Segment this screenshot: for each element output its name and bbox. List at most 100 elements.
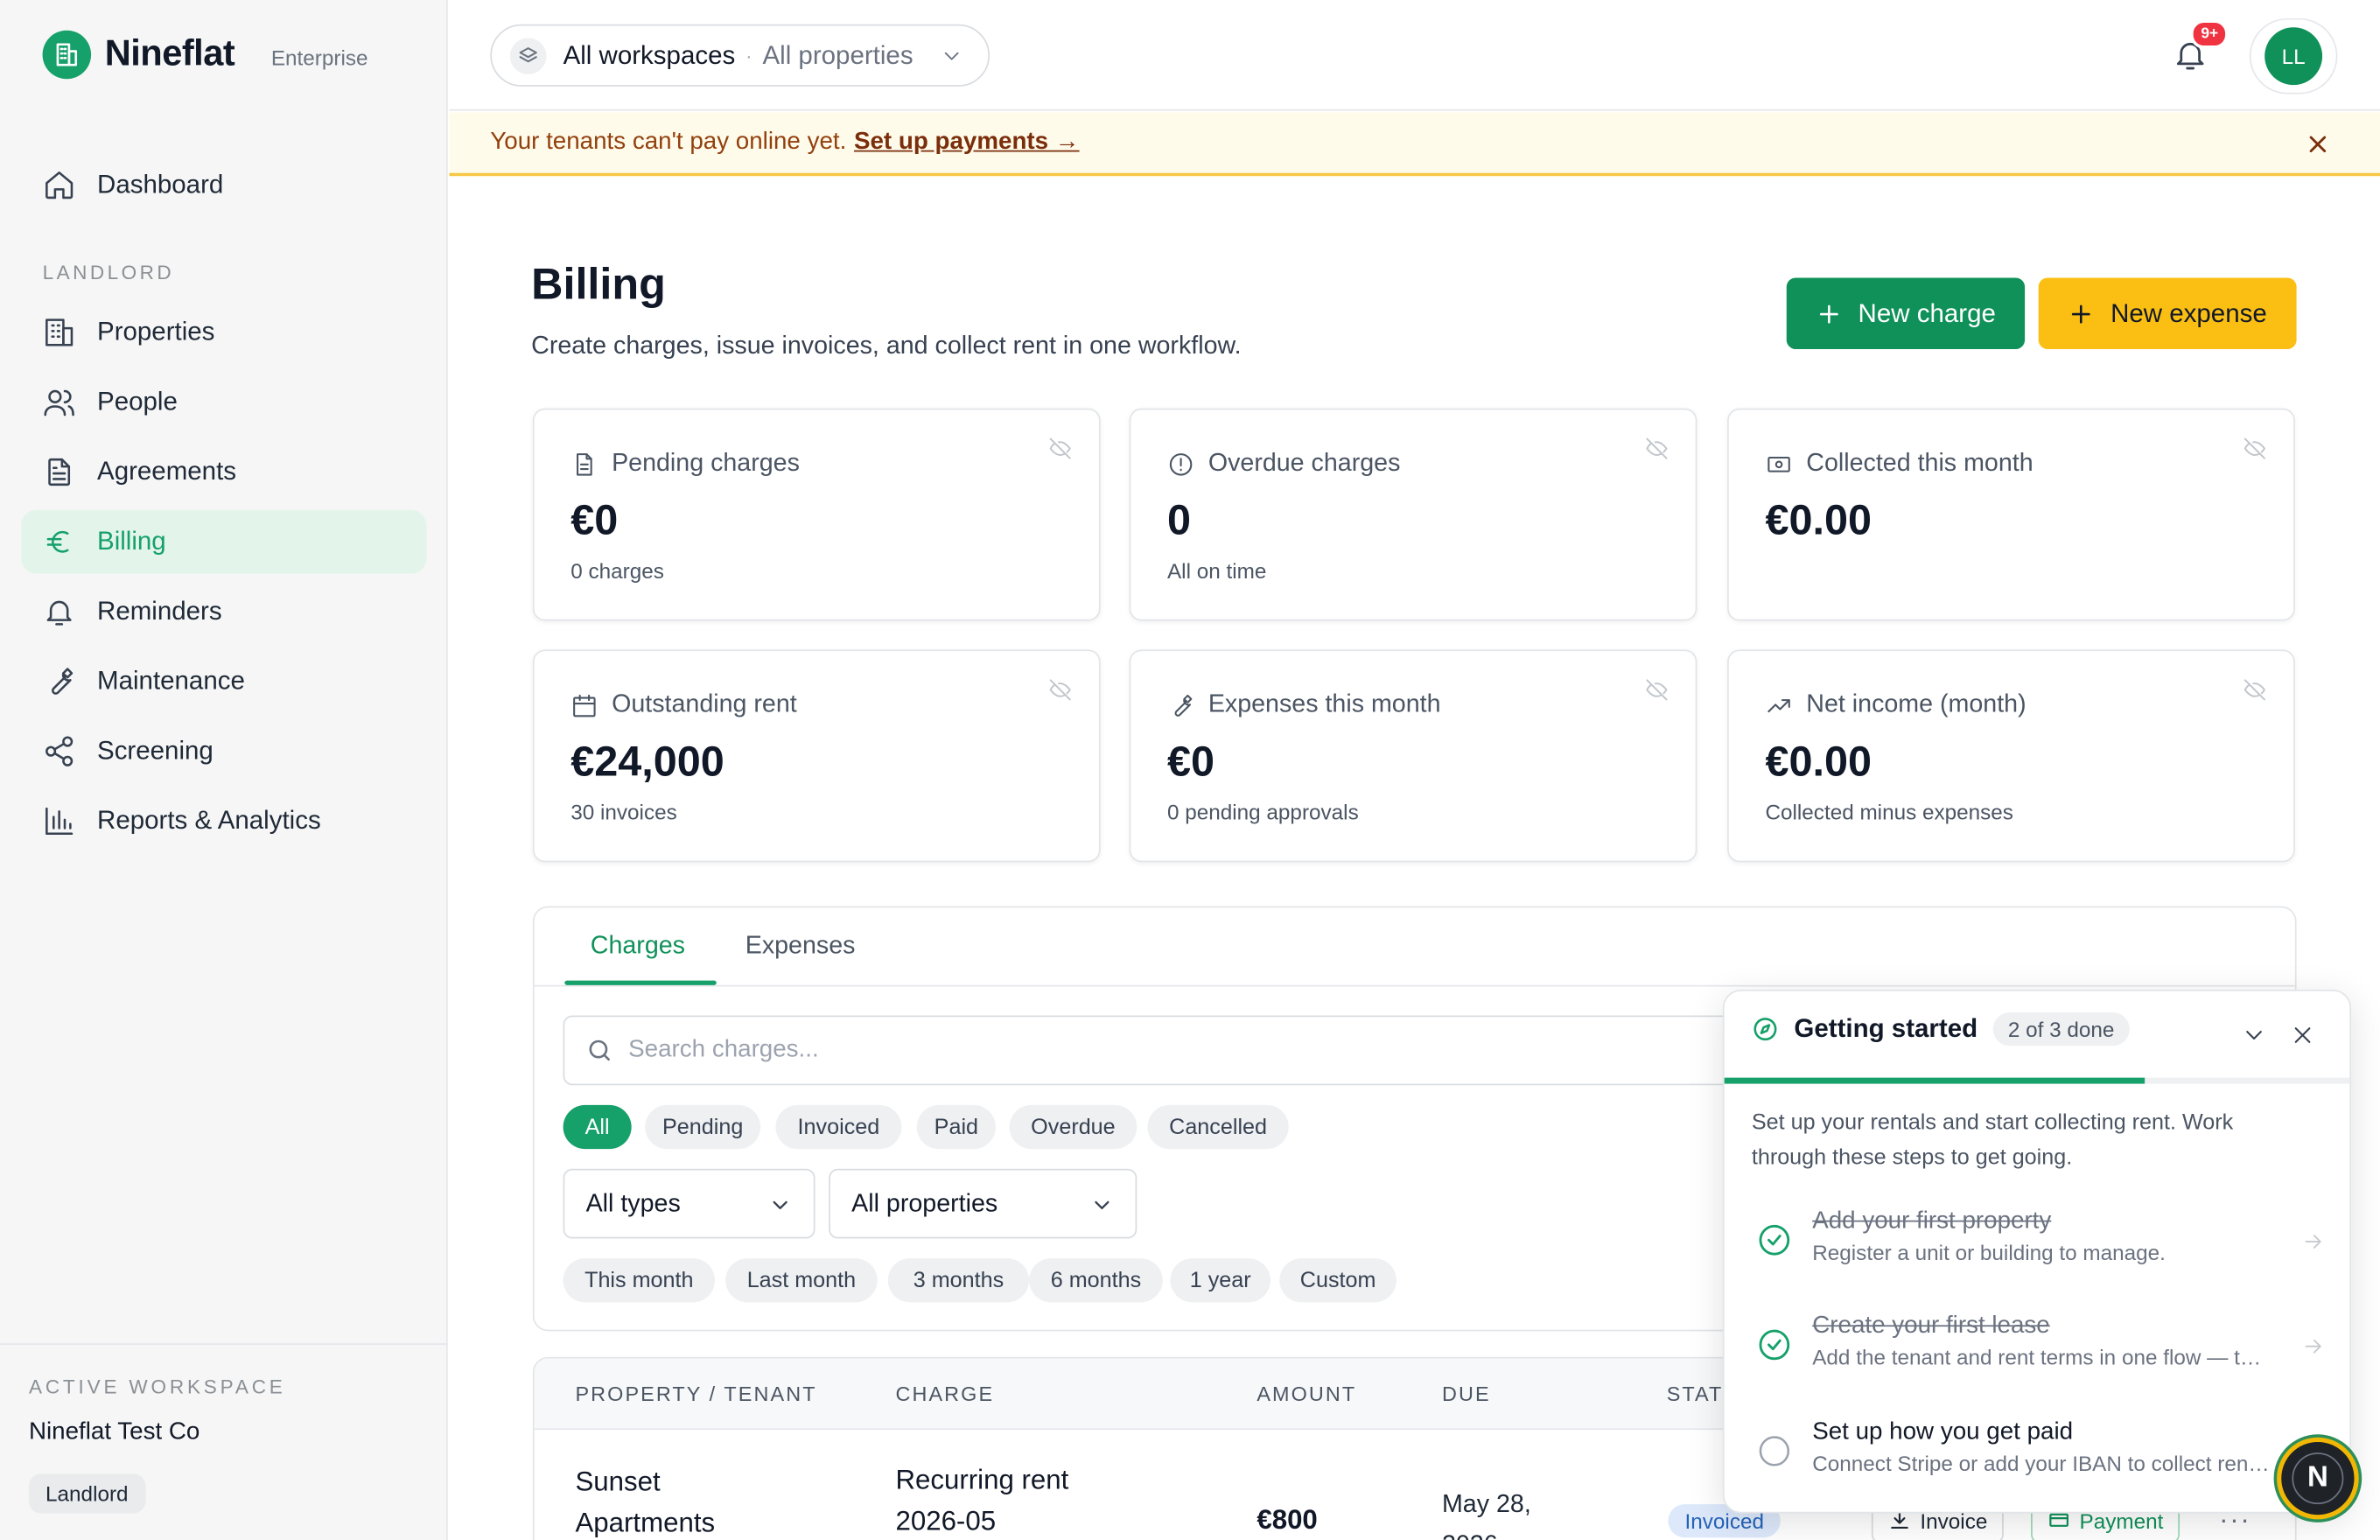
tab-charges[interactable]: Charges xyxy=(591,932,685,961)
period-6-months[interactable]: 6 months xyxy=(1029,1258,1163,1303)
alert-circle-icon xyxy=(1169,452,1193,475)
eye-off-icon[interactable] xyxy=(1047,677,1073,703)
search-icon xyxy=(589,1040,610,1061)
check-circle-icon xyxy=(1759,1224,1790,1256)
period-last-month[interactable]: Last month xyxy=(725,1258,878,1303)
nav-dashboard[interactable]: Dashboard xyxy=(21,153,426,217)
step-setup-payments[interactable]: Set up how you get paid Connect Stripe o… xyxy=(1752,1419,2328,1495)
arrow-right-icon xyxy=(2305,1339,2321,1354)
tabs: Charges Expenses xyxy=(534,907,2295,987)
brand-name: Nineflat xyxy=(104,33,235,75)
nav-properties[interactable]: Properties xyxy=(21,300,426,364)
trending-up-icon xyxy=(1768,698,1790,712)
plus-icon xyxy=(1820,304,1838,323)
getting-started-panel: Getting started 2 of 3 done Set up your … xyxy=(1722,990,2352,1514)
filter-all[interactable]: All xyxy=(563,1104,632,1150)
column-header[interactable]: AMOUNT xyxy=(1256,1382,1356,1405)
search-input[interactable]: Search charges... xyxy=(563,1015,1778,1086)
stat-card-outstanding-rent: Outstanding rent €24,000 30 invoices xyxy=(532,649,1101,863)
workspace-selector-value: All workspaces xyxy=(563,39,736,69)
euro-icon xyxy=(46,530,69,553)
column-header[interactable]: PROPERTY / TENANT xyxy=(575,1382,816,1405)
card-note: 0 pending approvals xyxy=(1166,800,1359,824)
filter-cancelled[interactable]: Cancelled xyxy=(1147,1104,1289,1150)
card-value: €24,000 xyxy=(570,738,724,785)
filter-paid[interactable]: Paid xyxy=(916,1104,996,1150)
active-tab-indicator xyxy=(564,980,717,985)
filter-pending[interactable]: Pending xyxy=(645,1104,761,1150)
payments-banner: Your tenants can't pay online yet. Set u… xyxy=(449,112,2380,177)
nav-reminders[interactable]: Reminders xyxy=(21,580,426,644)
step-create-lease[interactable]: Create your first lease Add the tenant a… xyxy=(1752,1313,2328,1390)
building-logo-icon xyxy=(42,30,92,80)
step-add-property[interactable]: Add your first property Register a unit … xyxy=(1752,1208,2328,1284)
card-value: €0.00 xyxy=(1765,738,1872,785)
column-header[interactable]: CHARGE xyxy=(895,1382,994,1405)
step-description: Add the tenant and rent terms in one flo… xyxy=(1812,1344,2271,1369)
new-expense-button[interactable]: New expense xyxy=(2038,277,2297,349)
property-name: Sunset xyxy=(575,1466,661,1497)
column-header[interactable]: DUE xyxy=(1442,1382,1491,1405)
brand[interactable]: Nineflat Enterprise xyxy=(42,30,368,80)
charge-period: 2026-05 xyxy=(895,1505,997,1536)
getting-started-title: Getting started xyxy=(1794,1013,1978,1043)
user-menu[interactable]: LL xyxy=(2249,18,2338,94)
nav-dashboard-label: Dashboard xyxy=(97,170,224,200)
wrench-icon xyxy=(52,668,74,695)
eye-off-icon[interactable] xyxy=(2242,436,2267,461)
nav-label: Agreements xyxy=(97,457,237,486)
eye-off-icon[interactable] xyxy=(1644,436,1670,461)
property-name-cont: Apartments xyxy=(575,1507,716,1538)
topbar: All workspaces · All properties 9+ LL xyxy=(449,0,2380,111)
page-title: Billing xyxy=(531,261,666,310)
chevron-down-icon[interactable] xyxy=(2240,1021,2267,1048)
type-select[interactable]: All types xyxy=(563,1168,816,1239)
period-3-months[interactable]: 3 months xyxy=(887,1258,1030,1303)
stat-card-collected-this-month: Collected this month €0.00 xyxy=(1727,408,2295,621)
property-select[interactable]: All properties xyxy=(829,1168,1138,1239)
period-1-year[interactable]: 1 year xyxy=(1170,1258,1270,1303)
nav-reports[interactable]: Reports & Analytics xyxy=(21,789,426,853)
stat-card-expenses-this-month: Expenses this month €0 0 pending approva… xyxy=(1129,649,1698,863)
compass-icon xyxy=(1754,1018,1777,1041)
people-icon xyxy=(44,389,74,416)
assistant-launcher-button[interactable]: N xyxy=(2277,1437,2359,1520)
active-workspace-label: ACTIVE WORKSPACE xyxy=(28,1375,286,1398)
eye-off-icon[interactable] xyxy=(2242,677,2267,703)
step-title: Create your first lease xyxy=(1812,1312,2050,1340)
tab-expenses[interactable]: Expenses xyxy=(746,932,856,961)
nav-screening[interactable]: Screening xyxy=(21,719,426,783)
property-cell: Sunset Apartments xyxy=(575,1462,715,1540)
bell-icon xyxy=(46,600,72,626)
eye-off-icon[interactable] xyxy=(1047,436,1073,461)
search-placeholder: Search charges... xyxy=(628,1036,819,1063)
setup-payments-link[interactable]: Set up payments → xyxy=(854,129,1080,156)
nav-maintenance[interactable]: Maintenance xyxy=(21,649,426,713)
nav-billing[interactable]: Billing xyxy=(21,509,427,574)
separator: · xyxy=(746,45,752,66)
nav-agreements[interactable]: Agreements xyxy=(21,440,426,504)
due-date: May 28, xyxy=(1441,1490,1531,1518)
nav-label: Maintenance xyxy=(97,666,245,696)
plus-icon xyxy=(2072,304,2091,323)
home-icon xyxy=(46,172,74,200)
column-header[interactable]: STAT xyxy=(1667,1382,1724,1405)
property-selector-value: All properties xyxy=(762,39,914,69)
workspace-name[interactable]: Nineflat Test Co xyxy=(29,1419,419,1446)
workspace-selector[interactable]: All workspaces · All properties xyxy=(490,24,990,87)
eye-off-icon[interactable] xyxy=(1644,677,1670,703)
close-icon[interactable] xyxy=(2289,1021,2316,1048)
nav-label: Reports & Analytics xyxy=(97,806,321,836)
type-select-value: All types xyxy=(585,1189,681,1217)
period-this-month[interactable]: This month xyxy=(563,1258,716,1303)
period-custom[interactable]: Custom xyxy=(1279,1258,1396,1303)
nav-people[interactable]: People xyxy=(21,370,426,434)
close-icon[interactable] xyxy=(2304,130,2331,158)
active-workspace: ACTIVE WORKSPACE Nineflat Test Co Landlo… xyxy=(0,1343,447,1540)
filter-invoiced[interactable]: Invoiced xyxy=(775,1104,902,1150)
chevron-down-icon xyxy=(1095,1200,1110,1209)
filter-overdue[interactable]: Overdue xyxy=(1009,1104,1138,1150)
document-icon xyxy=(48,458,71,486)
cash-icon xyxy=(1768,456,1790,472)
new-charge-button[interactable]: New charge xyxy=(1786,277,2026,349)
